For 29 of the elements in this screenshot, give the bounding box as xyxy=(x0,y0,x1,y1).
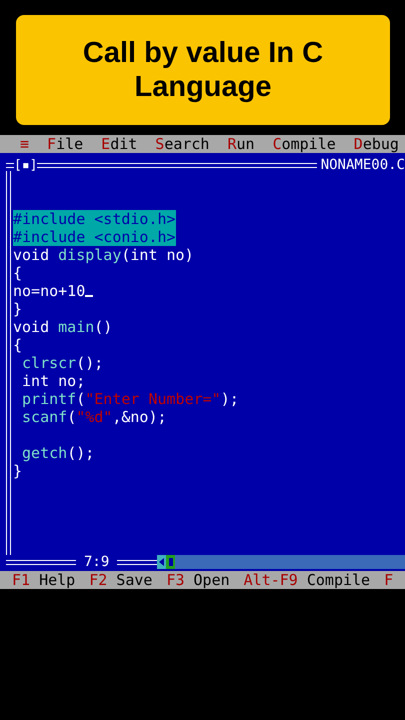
code-line: void display(int no) xyxy=(13,246,195,264)
code-line: void main() xyxy=(13,318,114,336)
shortcut-hint: F3 Open xyxy=(166,571,230,589)
shortcut-hint: Alt-F9 Compile xyxy=(244,571,370,589)
code-line: no=no+10 xyxy=(13,282,239,300)
code-line: { xyxy=(13,336,24,354)
shortcut-hint: F2 Save xyxy=(89,571,152,589)
close-box[interactable]: [▪] xyxy=(14,158,38,172)
code-line: getch(); xyxy=(21,444,96,462)
menu-item[interactable]: Debug xyxy=(354,135,399,153)
code-line: } xyxy=(13,462,24,480)
code-line: { xyxy=(13,264,24,282)
horizontal-scrollbar[interactable] xyxy=(157,555,405,569)
code-line: clrscr(); xyxy=(21,354,104,372)
code-line: printf("Enter Number="); xyxy=(21,390,239,408)
menu-item[interactable]: Run xyxy=(227,135,255,153)
menu-item[interactable]: Compile xyxy=(272,135,336,153)
cursor-position: 7:9 xyxy=(83,554,110,570)
banner-title: Call by value In C Language xyxy=(82,36,324,104)
code-line: int no; xyxy=(21,372,86,390)
window-title: NONAME00.C xyxy=(320,157,405,173)
left-arrow-icon[interactable] xyxy=(157,555,166,569)
menu-item[interactable]: Edit xyxy=(101,135,138,153)
shortcut-hint: F1 Help xyxy=(12,571,76,589)
menu-item[interactable]: File xyxy=(47,135,84,153)
shortcut-hint: F xyxy=(384,571,394,589)
code-line: scanf("%d",&no); xyxy=(21,408,168,426)
code-line: } xyxy=(13,300,24,318)
menu-item[interactable]: Search xyxy=(155,135,210,153)
